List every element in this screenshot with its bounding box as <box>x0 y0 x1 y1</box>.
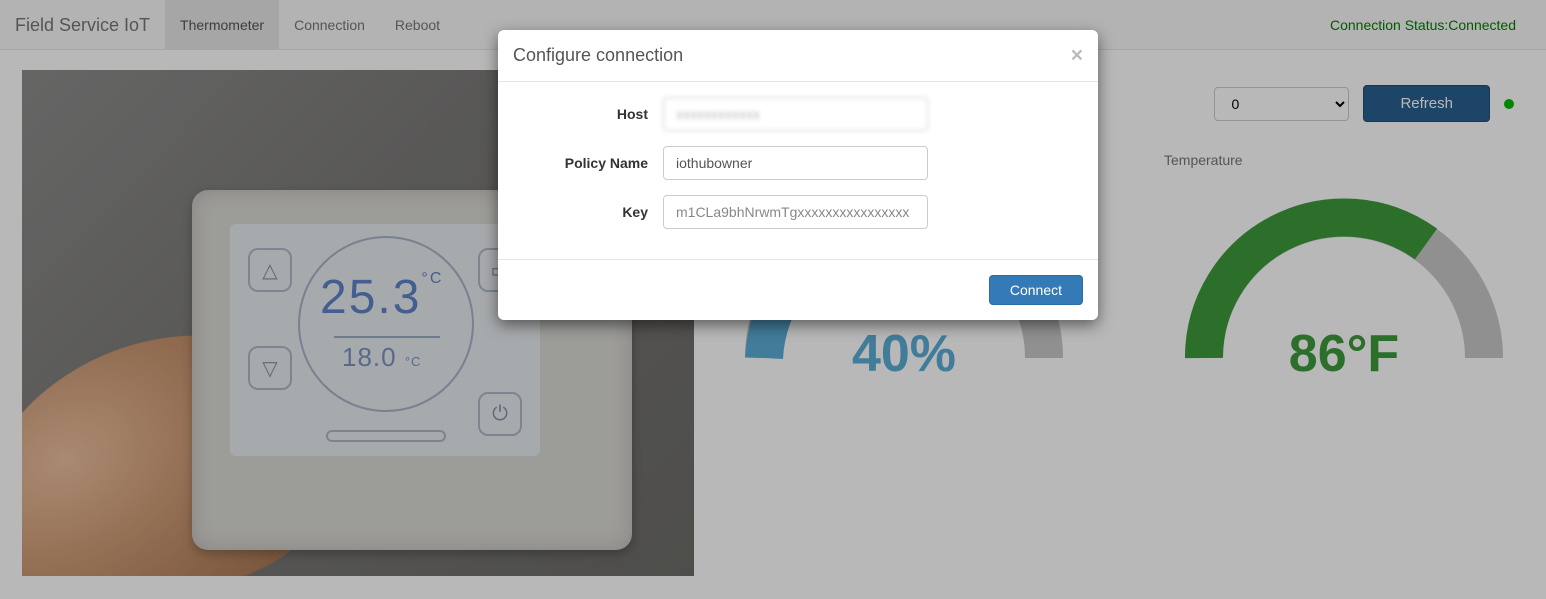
close-icon[interactable]: × <box>1071 45 1083 66</box>
policy-row: Policy Name <box>513 146 1083 180</box>
modal-title: Configure connection <box>513 45 1071 66</box>
key-input[interactable] <box>663 195 928 229</box>
policy-input[interactable] <box>663 146 928 180</box>
host-label: Host <box>513 106 663 122</box>
connect-button[interactable]: Connect <box>989 275 1083 305</box>
modal-header: Configure connection × <box>498 30 1098 82</box>
key-row: Key <box>513 195 1083 229</box>
host-input[interactable] <box>663 97 928 131</box>
policy-label: Policy Name <box>513 155 663 171</box>
key-label: Key <box>513 204 663 220</box>
modal-footer: Connect <box>498 259 1098 320</box>
host-row: Host <box>513 97 1083 131</box>
modal-body: Host Policy Name Key <box>498 82 1098 259</box>
configure-connection-modal: Configure connection × Host Policy Name … <box>498 30 1098 320</box>
